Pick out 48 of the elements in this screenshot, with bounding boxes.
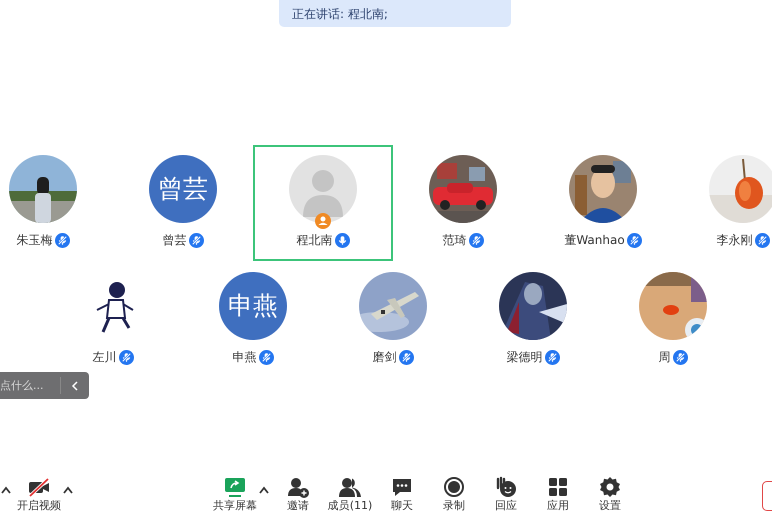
toolbar-button[interactable]: 成员(11) <box>326 476 374 512</box>
grid-icon <box>546 476 570 498</box>
toolbar-button[interactable]: 应用 <box>534 476 582 512</box>
participant-name: 朱玉梅 <box>16 232 52 249</box>
muted-mic-icon[interactable] <box>672 350 688 364</box>
participant-name: 申燕 <box>232 349 256 366</box>
participant-name: 程北南 <box>296 232 332 249</box>
participant-name: 范琦 <box>442 232 466 249</box>
hand-smiley-icon <box>494 476 518 498</box>
toolbar-button[interactable]: 聊天 <box>378 476 426 512</box>
muted-mic-icon[interactable] <box>398 350 414 364</box>
muted-mic-icon[interactable] <box>54 232 70 248</box>
participant-name: 梁德明 <box>506 349 542 366</box>
participant-name: 李永刚 <box>716 232 752 249</box>
toolbar-button[interactable]: 邀请 <box>274 476 322 512</box>
participant-name: 磨剑 <box>372 349 396 366</box>
people-icon <box>338 476 362 498</box>
speaking-banner: 正在讲话: 程北南; <box>279 0 511 27</box>
participant-name: 左川 <box>92 349 116 366</box>
participant-name: 周 <box>658 349 670 366</box>
muted-mic-icon[interactable] <box>258 350 274 364</box>
settings-icon <box>598 476 622 498</box>
chevron-left-icon <box>71 380 79 390</box>
participant-name: 曾芸 <box>162 232 186 249</box>
video-button[interactable]: 开启视频 <box>15 476 63 512</box>
muted-mic-icon[interactable] <box>188 232 204 248</box>
muted-mic-icon[interactable] <box>626 232 642 248</box>
mic-icon[interactable] <box>334 232 350 248</box>
toolbar-button[interactable]: 共享屏幕 <box>211 476 259 512</box>
screen-share-icon <box>223 476 247 498</box>
muted-mic-icon[interactable] <box>118 350 134 364</box>
caret-icon[interactable] <box>63 486 73 494</box>
toolbar-button[interactable]: 录制 <box>430 476 478 512</box>
record-icon <box>442 476 466 498</box>
chat-input-field[interactable]: 点什么... <box>0 372 60 399</box>
avatar: 曾芸 <box>149 155 217 223</box>
caret-icon[interactable] <box>259 486 269 494</box>
toolbar-button[interactable]: 回应 <box>482 476 530 512</box>
muted-mic-icon[interactable] <box>468 232 484 248</box>
chat-bar[interactable]: 点什么... <box>0 372 89 399</box>
caret-icon[interactable] <box>1 486 11 494</box>
add-person-icon <box>286 476 310 498</box>
toolbar-button[interactable]: 设置 <box>586 476 634 512</box>
muted-mic-icon[interactable] <box>754 232 770 248</box>
participant-name: 董Wanhao <box>564 232 625 249</box>
chat-bubble-icon <box>390 476 414 498</box>
muted-mic-icon[interactable] <box>544 350 560 364</box>
avatar: 申燕 <box>219 272 287 340</box>
